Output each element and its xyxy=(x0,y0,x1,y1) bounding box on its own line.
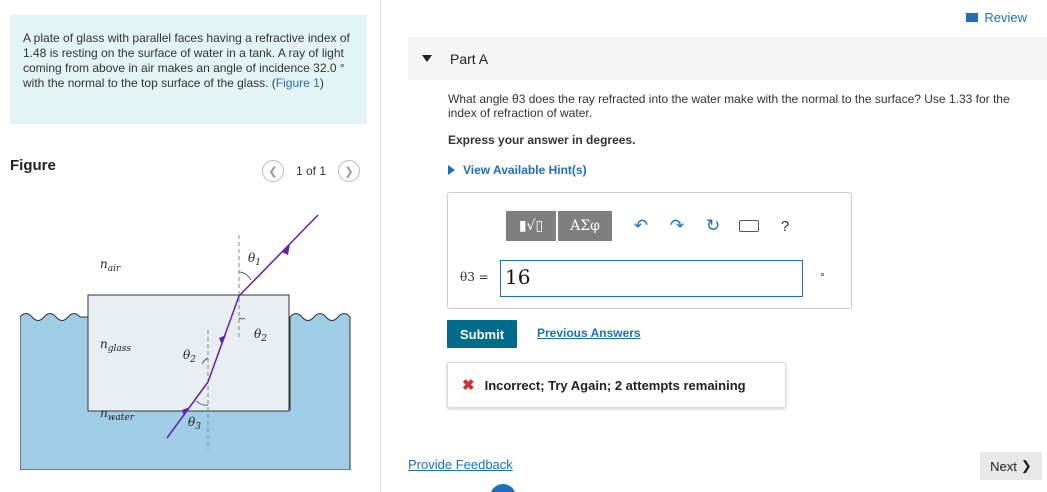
figure-link[interactable]: Figure 1 xyxy=(276,76,320,90)
next-label: Next xyxy=(990,458,1017,474)
submit-button[interactable]: Submit xyxy=(447,320,517,348)
error-x-icon: ✖ xyxy=(462,377,475,394)
review-label: Review xyxy=(984,10,1027,25)
figure-title: Figure xyxy=(10,157,56,174)
part-a-header[interactable]: Part A xyxy=(408,38,1047,80)
reset-icon[interactable]: ↻ xyxy=(698,211,728,241)
svg-text:θ1: θ1 xyxy=(248,251,261,268)
chevron-right-icon[interactable]: ❯ xyxy=(338,160,361,182)
help-bubble-icon[interactable] xyxy=(490,484,516,492)
hints-label: View Available Hint(s) xyxy=(463,163,587,177)
figure-page-count: 1 of 1 xyxy=(296,164,327,178)
previous-answers-link[interactable]: Previous Answers xyxy=(537,326,641,340)
keyboard-icon[interactable] xyxy=(734,211,764,241)
review-link[interactable]: Review xyxy=(966,10,1027,25)
answer-box: ▮√▯ ΑΣφ ↶ ↷ ↻ ? θ3 = 16 ° xyxy=(447,192,852,309)
answer-input[interactable]: 16 xyxy=(500,260,803,297)
expand-triangle-icon xyxy=(448,165,455,175)
problem-statement: A plate of glass with parallel faces hav… xyxy=(10,15,367,124)
figure-pager: ❮ 1 of 1 ❯ xyxy=(262,160,361,182)
templates-button[interactable]: ▮√▯ xyxy=(506,211,556,241)
review-icon xyxy=(966,13,979,22)
chevron-right-icon: ❯ xyxy=(1020,458,1032,473)
problem-close: ) xyxy=(319,76,324,90)
answer-instructions: Express your answer in degrees. xyxy=(448,133,636,147)
answer-label: θ3 = xyxy=(460,270,489,284)
collapse-triangle-icon xyxy=(422,55,432,62)
view-hints-link[interactable]: View Available Hint(s) xyxy=(448,163,587,177)
question-text: What angle θ3 does the ray refracted int… xyxy=(448,92,1010,120)
svg-text:nair: nair xyxy=(100,257,121,274)
feedback-text: Incorrect; Try Again; 2 attempts remaini… xyxy=(484,377,746,393)
undo-icon[interactable]: ↶ xyxy=(626,211,656,241)
part-title: Part A xyxy=(450,51,489,67)
provide-feedback-link[interactable]: Provide Feedback xyxy=(408,457,513,472)
greek-symbols-button[interactable]: ΑΣφ xyxy=(558,211,612,241)
redo-icon[interactable]: ↷ xyxy=(662,211,692,241)
help-icon[interactable]: ? xyxy=(770,211,800,241)
chevron-left-icon[interactable]: ❮ xyxy=(262,160,284,182)
answer-unit: ° xyxy=(820,270,825,284)
refraction-figure: nair nglass nwater θ1 θ2 θ2 θ3 xyxy=(20,214,351,470)
panel-divider xyxy=(380,0,381,492)
next-button[interactable]: Next ❯ xyxy=(980,452,1042,480)
math-toolbar: ▮√▯ ΑΣφ ↶ ↷ ↻ ? xyxy=(506,211,806,241)
feedback-message: ✖ Incorrect; Try Again; 2 attempts remai… xyxy=(447,362,786,408)
